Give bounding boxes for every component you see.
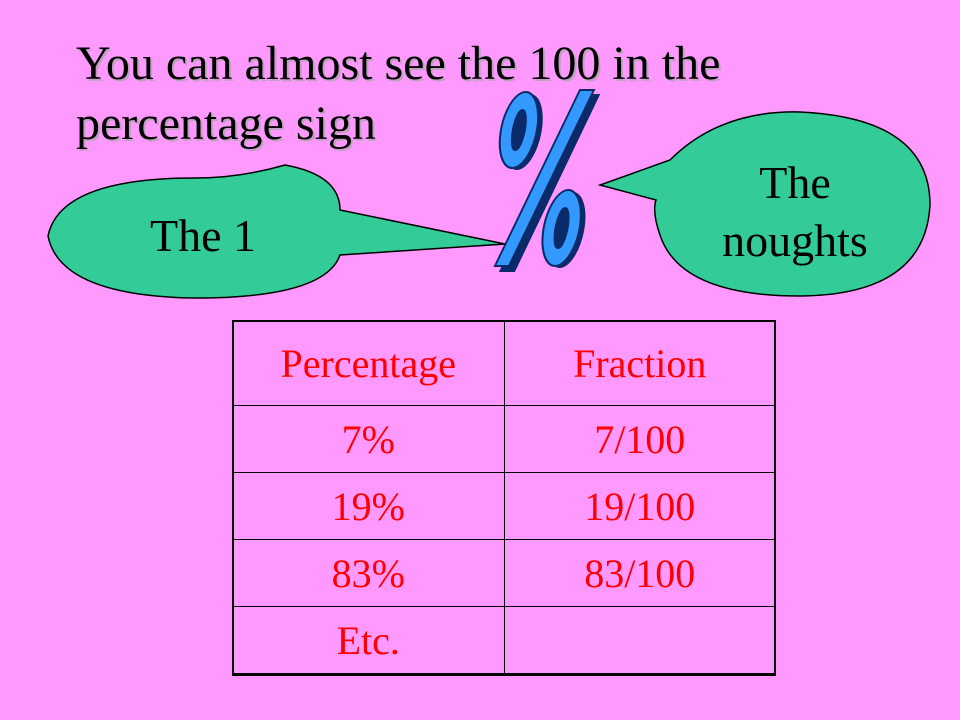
percentage-fraction-table: Percentage Fraction 7% 7/100 19% 19/100 … xyxy=(232,320,776,674)
callout-right-line-1: The xyxy=(759,157,831,208)
cell-percentage: 7% xyxy=(232,405,505,473)
cell-percentage: Etc. xyxy=(232,606,505,674)
cell-percentage: 19% xyxy=(232,472,505,540)
callout-right-line-2: noughts xyxy=(722,215,868,266)
cell-percentage: 83% xyxy=(232,539,505,607)
percent-sign-graphic xyxy=(493,89,601,272)
table-row: 7% 7/100 xyxy=(232,405,776,473)
header-percentage: Percentage xyxy=(232,320,505,406)
table-row: Etc. xyxy=(232,606,776,674)
cell-fraction: 83/100 xyxy=(503,539,776,607)
table: Percentage Fraction 7% 7/100 19% 19/100 … xyxy=(232,320,776,674)
table-row: 19% 19/100 xyxy=(232,472,776,540)
table-header-row: Percentage Fraction xyxy=(232,320,776,406)
table-row: 83% 83/100 xyxy=(232,539,776,607)
header-fraction: Fraction xyxy=(503,320,776,406)
cell-fraction: 7/100 xyxy=(503,405,776,473)
callout-left-text: The 1 xyxy=(149,210,256,261)
callout-right-text: The noughts xyxy=(690,154,900,270)
cell-fraction: 19/100 xyxy=(503,472,776,540)
cell-fraction xyxy=(503,606,776,674)
